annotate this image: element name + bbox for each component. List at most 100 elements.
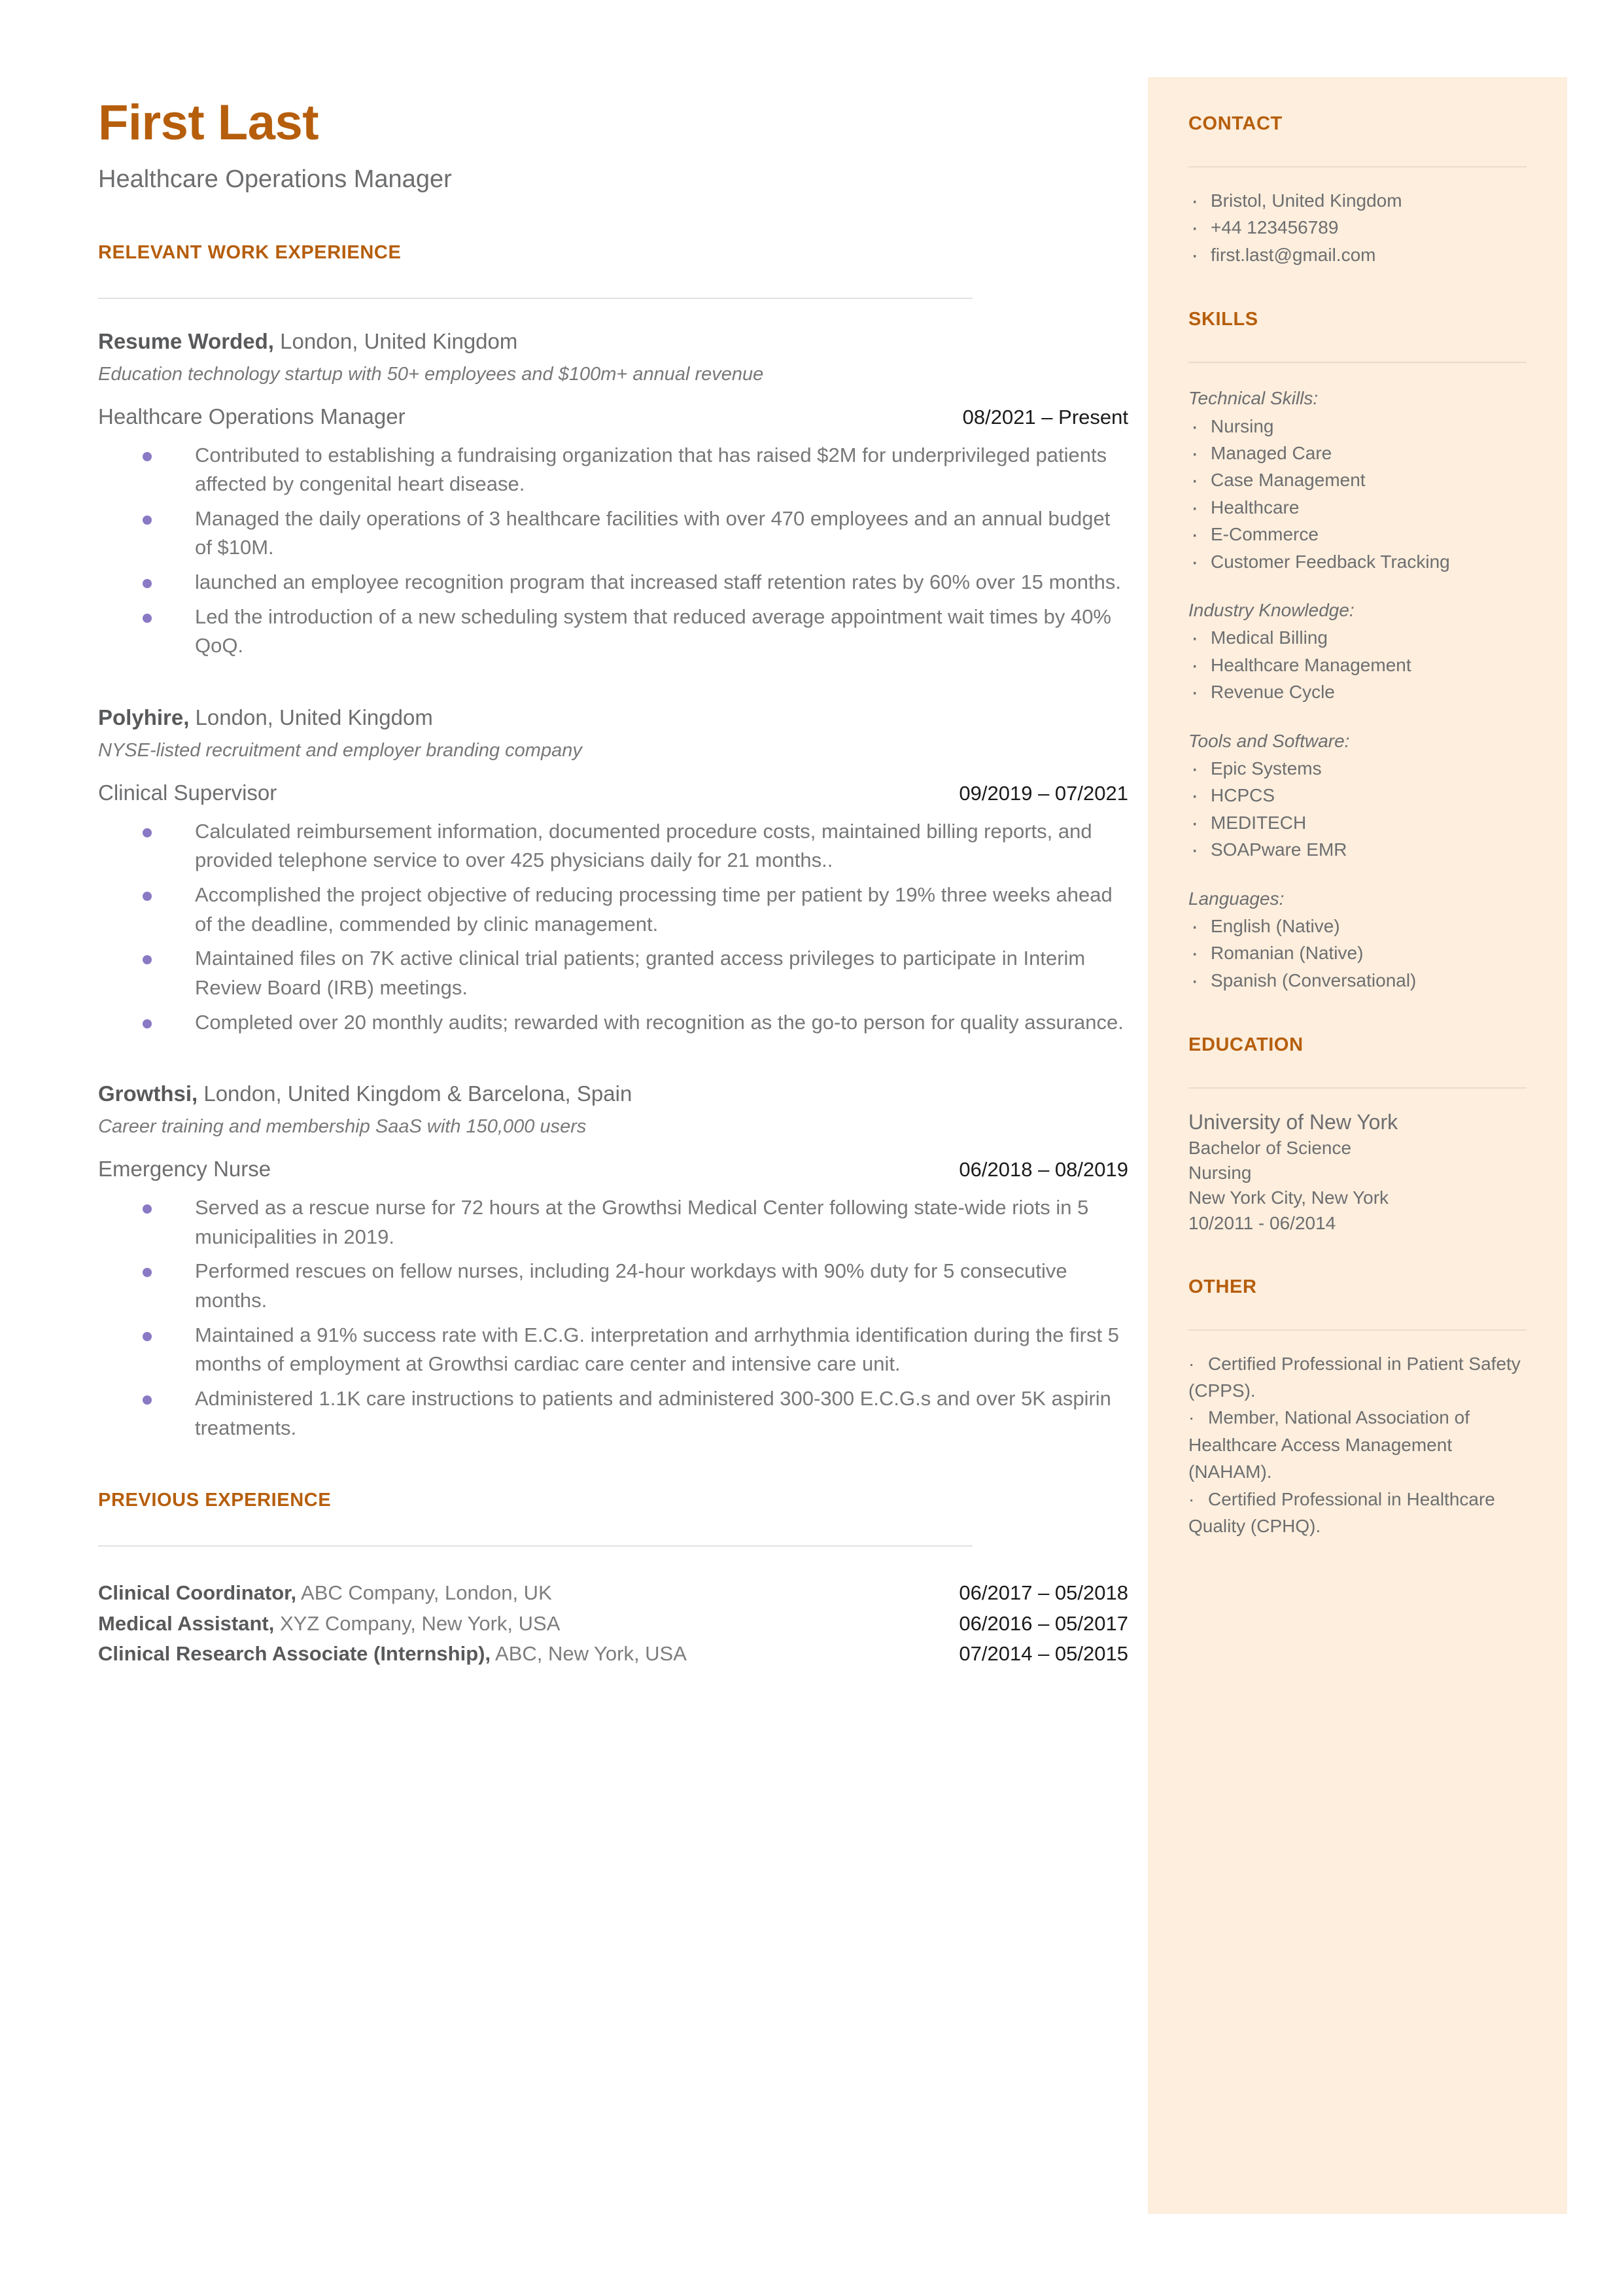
skills-group-list: English (Native) Romanian (Native) Spani…	[1188, 910, 1527, 998]
skill-item: Medical Billing	[1188, 622, 1527, 655]
work-section-divider	[98, 297, 973, 299]
skills-group-languages: Languages: English (Native) Romanian (Na…	[1188, 886, 1527, 998]
work-entry: Growthsi, London, United Kingdom & Barce…	[98, 1080, 1128, 1443]
work-role-dates: 06/2018 – 08/2019	[959, 1158, 1128, 1182]
contact-section: CONTACT Bristol, United Kingdom +44 1234…	[1188, 113, 1527, 272]
other-item: · Certified Professional in Patient Safet…	[1188, 1350, 1527, 1405]
skills-section: SKILLS Technical Skills: Nursing Managed…	[1188, 309, 1527, 998]
skill-item: English (Native)	[1188, 910, 1527, 943]
work-role-title: Healthcare Operations Manager	[98, 404, 406, 429]
work-company-description: Career training and membership SaaS with…	[98, 1116, 587, 1138]
main-column: First Last Healthcare Operations Manager…	[98, 98, 1128, 1670]
other-section-title: OTHER	[1188, 1276, 1257, 1297]
previous-role-dates: 06/2016 – 05/2017	[959, 1611, 1128, 1635]
education-section-title: EDUCATION	[1188, 1034, 1304, 1056]
work-bullet: launched an employee recognition program…	[98, 568, 1128, 597]
other-item-text: Member, National Association of Healthca…	[1188, 1407, 1470, 1482]
skills-group-industry: Industry Knowledge: Medical Billing Heal…	[1188, 597, 1527, 709]
work-company-line: Resume Worded, London, United Kingdom	[98, 328, 1128, 355]
education-degree: Bachelor of Science	[1188, 1138, 1352, 1159]
previous-role-detail: ABC, New York, USA	[491, 1642, 687, 1666]
work-company-name: Polyhire,	[98, 705, 190, 729]
skill-item: MEDITECH	[1188, 807, 1527, 840]
previous-experience-row: Clinical Research Associate (Internship)…	[98, 1639, 1128, 1670]
work-bullet: Calculated reimbursement information, do…	[98, 817, 1128, 875]
contact-divider	[1188, 166, 1527, 167]
candidate-name: First Last	[98, 95, 319, 150]
work-bullet: Maintained a 91% success rate with E.C.G…	[98, 1321, 1128, 1379]
previous-section-divider	[98, 1545, 973, 1547]
skill-item: Managed Care	[1188, 437, 1527, 470]
skill-item: SOAPware EMR	[1188, 833, 1527, 867]
skill-item: E-Commerce	[1188, 518, 1527, 552]
previous-role-detail: ABC Company, London, UK	[296, 1581, 552, 1605]
other-item: · Certified Professional in Healthcare Qu…	[1188, 1486, 1527, 1540]
work-company-name: Resume Worded,	[98, 328, 274, 353]
previous-role-line: Medical Assistant, XYZ Company, New York…	[98, 1609, 560, 1639]
contact-item-phone: +44 123456789	[1188, 211, 1527, 245]
skills-group-list: Medical Billing Healthcare Management Re…	[1188, 622, 1527, 709]
skills-divider	[1188, 362, 1527, 364]
skills-group-list: Nursing Managed Care Case Management Hea…	[1188, 410, 1527, 579]
work-company-line: Growthsi, London, United Kingdom & Barce…	[98, 1080, 1128, 1107]
work-company-description: Education technology startup with 50+ em…	[98, 363, 764, 385]
other-section: OTHER · Certified Professional in Patient…	[1188, 1276, 1527, 1540]
previous-role-dates: 07/2014 – 05/2015	[959, 1642, 1128, 1666]
skills-group-label: Languages:	[1188, 888, 1285, 909]
previous-experience-row: Clinical Coordinator, ABC Company, Londo…	[98, 1578, 1128, 1609]
work-company-location: London, United Kingdom	[273, 328, 518, 353]
skill-item: Case Management	[1188, 464, 1527, 497]
dot-bullet-icon: ·	[1188, 1488, 1195, 1509]
other-item: · Member, National Association of Healthc…	[1188, 1404, 1527, 1485]
other-list: · Certified Professional in Patient Safet…	[1188, 1350, 1527, 1540]
work-bullet: Maintained files on 7K active clinical t…	[98, 944, 1128, 1002]
work-bullet-list: Served as a rescue nurse for 72 hours at…	[98, 1193, 1128, 1443]
skills-group-list: Epic Systems HCPCS MEDITECH SOAPware EMR	[1188, 752, 1527, 867]
skill-item: Revenue Cycle	[1188, 676, 1527, 709]
skill-item: Epic Systems	[1188, 752, 1527, 786]
work-bullet: Completed over 20 monthly audits; reward…	[98, 1008, 1128, 1038]
work-bullet: Led the introduction of a new scheduling…	[98, 603, 1128, 661]
previous-role-title: Clinical Coordinator,	[98, 1581, 297, 1605]
dot-bullet-icon: ·	[1188, 1353, 1195, 1374]
previous-role-line: Clinical Research Associate (Internship)…	[98, 1639, 687, 1670]
education-divider	[1188, 1087, 1527, 1089]
education-entry: University of New York Bachelor of Scien…	[1188, 1108, 1527, 1236]
sidebar: CONTACT Bristol, United Kingdom +44 1234…	[1148, 77, 1567, 2214]
work-company-line: Polyhire, London, United Kingdom	[98, 704, 1128, 731]
contact-item-email[interactable]: first.last@gmail.com	[1188, 239, 1527, 272]
skills-group-label: Industry Knowledge:	[1188, 600, 1355, 621]
previous-role-dates: 06/2017 – 05/2018	[959, 1581, 1128, 1605]
other-divider	[1188, 1329, 1527, 1331]
work-bullet: Served as a rescue nurse for 72 hours at…	[98, 1193, 1128, 1252]
work-role-row: Emergency Nurse 06/2018 – 08/2019	[98, 1157, 1128, 1182]
previous-section-title: PREVIOUS EXPERIENCE	[98, 1490, 332, 1511]
work-role-title: Clinical Supervisor	[98, 780, 277, 805]
previous-experience-list: Clinical Coordinator, ABC Company, Londo…	[98, 1578, 1128, 1670]
work-company-name: Growthsi,	[98, 1081, 198, 1106]
dot-bullet-icon: ·	[1188, 1407, 1195, 1428]
previous-role-line: Clinical Coordinator, ABC Company, Londo…	[98, 1578, 552, 1609]
skill-item: Romanian (Native)	[1188, 937, 1527, 970]
skills-group-label: Tools and Software:	[1188, 730, 1350, 751]
work-role-dates: 08/2021 – Present	[962, 405, 1128, 429]
skill-item: Nursing	[1188, 410, 1527, 443]
skill-item: HCPCS	[1188, 779, 1527, 813]
resume-page: CONTACT Bristol, United Kingdom +44 1234…	[0, 0, 1624, 2295]
education-section: EDUCATION University of New York Bachelo…	[1188, 1034, 1527, 1236]
skill-item: Customer Feedback Tracking	[1188, 546, 1527, 579]
education-field: Nursing	[1188, 1163, 1252, 1183]
candidate-headline: Healthcare Operations Manager	[98, 166, 452, 193]
work-role-title: Emergency Nurse	[98, 1157, 271, 1182]
education-school: University of New York	[1188, 1110, 1398, 1134]
work-bullet: Accomplished the project objective of re…	[98, 881, 1128, 939]
skills-group-tools: Tools and Software: Epic Systems HCPCS M…	[1188, 728, 1527, 867]
skill-item: Spanish (Conversational)	[1188, 964, 1527, 998]
skills-section-title: SKILLS	[1188, 309, 1258, 330]
contact-section-title: CONTACT	[1188, 113, 1283, 134]
skills-group-label: Technical Skills:	[1188, 388, 1319, 409]
work-bullet: Performed rescues on fellow nurses, incl…	[98, 1257, 1128, 1315]
other-item-text: Certified Professional in Patient Safety…	[1188, 1353, 1521, 1401]
skills-group-technical: Technical Skills: Nursing Managed Care C…	[1188, 385, 1527, 579]
work-company-location: London, United Kingdom	[189, 705, 433, 729]
